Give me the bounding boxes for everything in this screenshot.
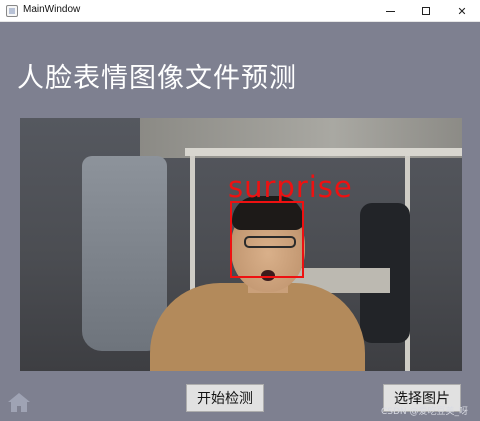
page-title: 人脸表情图像文件预测 <box>17 63 297 94</box>
scene-hanging-clothes <box>82 156 167 351</box>
home-icon <box>8 393 30 412</box>
main-window-client: 人脸表情图像文件预测 surprise 开始检测 选择图片 <box>0 22 480 421</box>
emotion-label: surprise <box>228 170 353 204</box>
watermark: CSDN @爱吃豆美_呀 <box>381 407 469 417</box>
minimize-icon <box>385 10 395 12</box>
title-bar: MainWindow ✕ <box>0 0 480 22</box>
minimize-button[interactable] <box>372 0 408 22</box>
maximize-icon <box>422 7 430 15</box>
app-icon <box>6 5 18 17</box>
person-shirt <box>150 283 365 371</box>
camera-frame: surprise <box>20 118 462 371</box>
start-detection-button[interactable]: 开始检测 <box>186 384 264 412</box>
scene-bed-frame <box>185 148 462 156</box>
window-title: MainWindow <box>23 4 81 15</box>
close-icon: ✕ <box>457 4 467 18</box>
maximize-button[interactable] <box>408 0 444 22</box>
close-button[interactable]: ✕ <box>444 0 480 22</box>
face-detection-box <box>230 201 304 278</box>
